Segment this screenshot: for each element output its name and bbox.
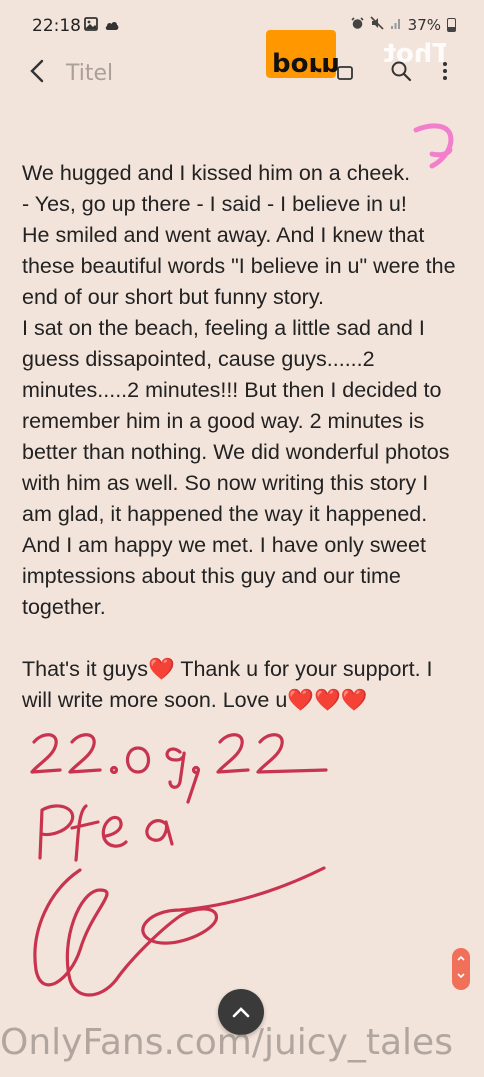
- status-time: 22:18: [32, 16, 81, 36]
- chevron-up-icon: [232, 1003, 250, 1022]
- watermark-text: OnlyFans.com/juicy_tales: [0, 1022, 453, 1063]
- svg-text:Thot: Thot: [383, 39, 446, 69]
- note-line: I sat on the beach, feeling a little sad…: [22, 316, 450, 619]
- status-left-icons: [84, 16, 120, 35]
- cloud-icon: [104, 16, 120, 35]
- svg-text:porn: porn: [272, 51, 340, 78]
- note-line: We hugged and I kissed him on a cheek.: [22, 161, 411, 185]
- watermark-logo: porn Thot: [266, 30, 450, 81]
- chevron-left-icon: [30, 59, 44, 87]
- note-closing: That's it guys❤️ Thank u for your suppor…: [22, 657, 433, 712]
- battery-icon: [447, 18, 456, 32]
- note-body[interactable]: We hugged and I kissed him on a cheek. -…: [22, 158, 462, 716]
- back-button[interactable]: [22, 58, 52, 88]
- scroll-handle[interactable]: [452, 948, 470, 990]
- handwritten-signature: [20, 720, 360, 1020]
- image-icon: [84, 16, 98, 35]
- scroll-handle-icon: [456, 952, 466, 986]
- note-line: He smiled and went away. And I knew that…: [22, 223, 456, 309]
- note-line: - Yes, go up there - I said - I believe …: [22, 192, 407, 216]
- note-title[interactable]: Titel: [66, 61, 113, 86]
